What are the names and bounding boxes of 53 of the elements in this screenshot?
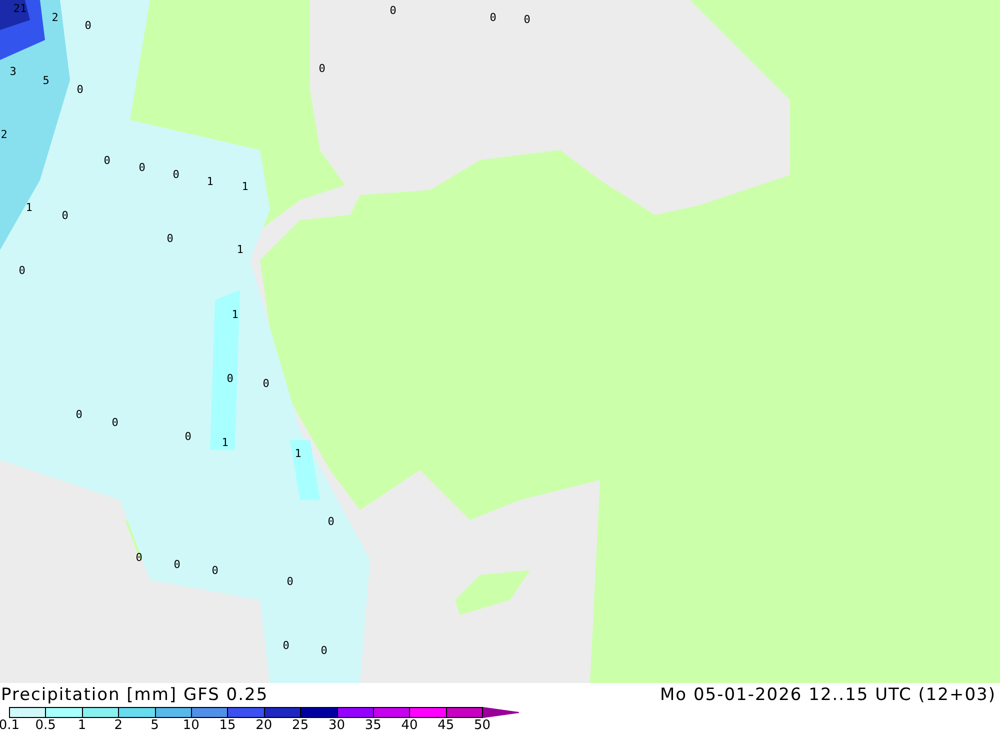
precipitation-value-label: 0 (84, 19, 92, 32)
scale-tick-label: 5 (150, 718, 160, 733)
precipitation-value-label: 0 (262, 377, 270, 390)
precipitation-value-label: 0 (138, 161, 146, 174)
precipitation-value-label: 0 (76, 83, 84, 96)
scale-tick-label: 2 (113, 718, 124, 733)
precipitation-value-label: 0 (524, 13, 530, 26)
scale-tick-label: 40 (400, 718, 419, 733)
precipitation-value-label: 0 (172, 168, 180, 181)
scale-tick-label: 45 (436, 718, 456, 733)
precipitation-value-label: 1 (242, 180, 248, 193)
scale-tick-label: 25 (291, 718, 310, 733)
precipitation-value-label: 0 (390, 4, 396, 17)
precipitation-value-label: 0 (174, 558, 180, 571)
scale-tick-label: 1 (76, 718, 88, 733)
precipitation-value-label: 1 (26, 201, 32, 214)
precipitation-value-label: 0 (62, 209, 68, 222)
precipitation-value-label: 0 (112, 416, 118, 429)
precipitation-value-label: 0 (166, 232, 174, 245)
scale-tick-label: 50 (473, 718, 492, 733)
precipitation-value-label: 5 (42, 74, 50, 87)
precipitation-value-label: 0 (136, 551, 142, 564)
precipitation-value-label: 0 (490, 11, 496, 24)
scale-tick-label: 10 (182, 718, 200, 733)
legend-title: Precipitation [mm] GFS 0.25 (1, 685, 268, 705)
precipitation-value-label: 2 (52, 11, 58, 24)
scale-tick-label: 35 (364, 718, 382, 733)
precipitation-value-label: 0 (104, 154, 110, 167)
precipitation-value-label: 1 (206, 175, 214, 188)
scale-tick-label: 20 (254, 718, 274, 733)
precipitation-value-label: 0 (286, 575, 294, 588)
scale-tick-label: 0.5 (34, 718, 57, 733)
precipitation-value-label: 1 (232, 308, 238, 321)
valid-time: Mo 05-01-2026 12..15 UTC (12+03) (660, 685, 996, 705)
scale-tick-label: 15 (218, 718, 237, 733)
precipitation-value-label: 0 (212, 564, 218, 577)
precipitation-value-label: 0 (328, 515, 334, 528)
precipitation-value-label: 0 (76, 408, 82, 421)
precipitation-value-label: 0 (282, 639, 290, 652)
precipitation-value-label: 0 (226, 372, 234, 385)
precipitation-value-label: 0 (320, 644, 328, 657)
precipitation-value-label: 0 (318, 62, 326, 75)
precipitation-value-label: 3 (10, 65, 16, 78)
precipitation-value-label: 1 (222, 436, 228, 449)
precipitation-value-label: 2 (0, 128, 8, 141)
precipitation-value-label: 1 (236, 243, 244, 256)
precipitation-value-label: 0 (184, 430, 192, 443)
scale-arrow-icon (483, 707, 520, 718)
scale-tick-label: 30 (327, 718, 346, 733)
scale-tick-label: 0.1 (0, 718, 21, 733)
precipitation-value-label: 0 (18, 264, 26, 277)
precipitation-value-label: 21 (13, 2, 27, 15)
precipitation-value-label: 1 (294, 447, 302, 460)
